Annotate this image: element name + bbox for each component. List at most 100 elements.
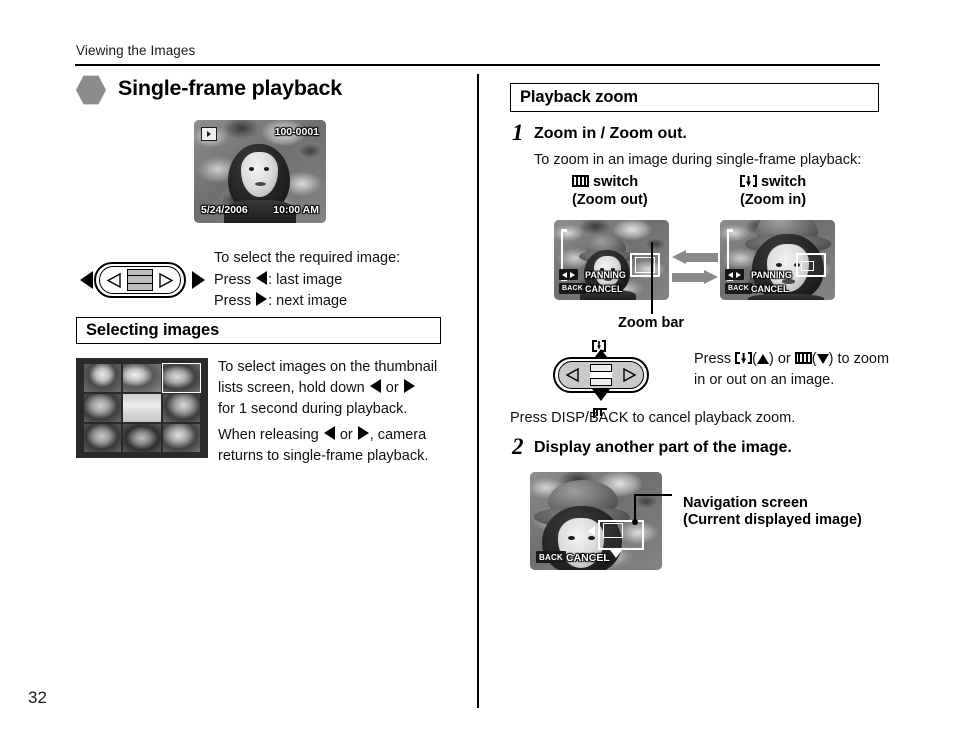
navigation-box-inner [603, 523, 623, 538]
thumbnail-instruction-line1: To select images on the thumbnail [218, 359, 438, 375]
arrow-down-icon [592, 389, 610, 401]
hold-down-text: lists screen, hold down [218, 380, 365, 396]
or-text: or [339, 427, 353, 443]
selecting-images-heading: Selecting images [76, 317, 441, 344]
selector-up-down-diagram [553, 340, 649, 418]
photo-time: 10:00 AM [273, 204, 319, 216]
selector-left-triangle-icon [566, 368, 579, 382]
zoom-bar-leader-line [651, 242, 653, 314]
select-image-intro: To select the required image: [214, 250, 401, 266]
arrow-left-gray-icon [672, 250, 718, 264]
pan-arrow-down-icon [610, 550, 622, 558]
step-1-title: Zoom in / Zoom out. [534, 125, 687, 142]
step-2-title: Display another part of the image. [534, 439, 792, 456]
callout-line-vertical [634, 494, 636, 522]
step-1-lead: To zoom in an image during single-frame … [534, 152, 862, 168]
release-instruction-line1: When releasing or , camera [218, 425, 426, 446]
osd-arrow-right-icon [570, 271, 575, 278]
selector-left-triangle-icon [107, 273, 121, 288]
press-left-instruction: Press : last image [214, 270, 342, 291]
zoom-bar-caption: Zoom bar [618, 315, 685, 331]
arrow-left-solid-icon [80, 271, 93, 289]
osd-back-badge: BACK [725, 283, 753, 294]
navigation-box [630, 253, 660, 277]
thumbnail-cell[interactable] [162, 394, 200, 422]
frame-number: 100-0001 [274, 126, 319, 138]
zoom-tele-icon [740, 175, 757, 187]
arrow-right-solid-icon [192, 271, 205, 289]
navigation-box [598, 520, 644, 550]
arrow-left-icon [323, 426, 335, 440]
or-text: or [385, 380, 399, 396]
to-zoom-word: to zoom [837, 351, 890, 367]
thumbnail-instruction-line3: for 1 second during playback. [218, 401, 408, 417]
lcd-zoom-in-screen: PANNING BACK CANCEL [720, 220, 835, 300]
zoom-in-switch-sub: (Zoom in) [740, 192, 807, 208]
selector-center-line-2 [127, 283, 153, 285]
arrow-down-icon [816, 354, 829, 364]
lcd-navigation-screen: BACK CANCEL [530, 472, 662, 570]
release-text: When releasing [218, 427, 319, 443]
thumbnail-cell[interactable] [84, 424, 122, 452]
press-right-prefix: Press [214, 293, 252, 309]
osd-arrow-left-icon [728, 271, 733, 278]
osd-back-badge: BACK [536, 551, 566, 563]
thumbnail-cell[interactable] [162, 424, 200, 452]
selector-center-button [127, 269, 153, 291]
callout-line-horizontal [634, 494, 672, 496]
thumbnail-cell[interactable] [123, 424, 161, 452]
panning-osd-bar [725, 269, 744, 280]
switch-word: switch [593, 174, 639, 190]
arrow-left-icon [256, 271, 268, 285]
arrow-left-icon [369, 379, 381, 393]
press-zoom-instruction-line2: in or out on an image. [694, 372, 835, 388]
press-left-prefix: Press [214, 272, 252, 288]
zoom-out-switch-sub: (Zoom out) [572, 192, 648, 208]
column-divider [477, 74, 479, 708]
zoom-wide-icon [572, 175, 589, 187]
camera-text: , camera [369, 427, 427, 443]
selector-center-line-1 [127, 275, 153, 277]
arrow-right-icon [357, 426, 369, 440]
osd-cancel-text: CANCEL [566, 552, 610, 564]
panning-osd-bar [559, 269, 578, 280]
press-right-suffix: : next image [268, 293, 348, 309]
running-head: Viewing the Images [76, 43, 196, 58]
thumbnail-instruction-line2: lists screen, hold down or [218, 378, 416, 399]
step-1-number: 1 [512, 120, 524, 145]
osd-arrow-right-icon [736, 271, 741, 278]
thumbnail-cell-selected[interactable] [161, 363, 201, 393]
press-zoom-instruction-line1: Press () or () to zoom [694, 351, 890, 367]
navigation-box-inner [801, 261, 814, 271]
lcd-thumbnail-grid [76, 358, 208, 458]
playback-mode-icon [201, 127, 217, 141]
osd-arrow-left-icon [562, 271, 567, 278]
step-2-number: 2 [512, 434, 524, 459]
switch-word: switch [761, 174, 807, 190]
navigation-box [796, 253, 826, 277]
selector-center-stripe [590, 371, 612, 379]
zoom-in-switch-label: switch [740, 173, 806, 192]
thumbnail-cell[interactable] [123, 394, 161, 422]
selector-right-triangle-icon [159, 273, 173, 288]
thumbnail-cell[interactable] [84, 364, 122, 392]
hexagon-bullet-icon [76, 75, 106, 105]
thumbnail-cell[interactable] [123, 364, 161, 392]
pan-arrow-left-icon [588, 526, 595, 536]
zoom-tele-icon [735, 352, 753, 364]
press-word: Press [694, 351, 732, 367]
osd-cancel-text: CANCEL [751, 284, 789, 294]
arrow-up-icon [756, 354, 769, 364]
osd-panning-text: PANNING [751, 270, 792, 280]
page-number: 32 [28, 688, 47, 707]
arrow-right-icon [403, 379, 415, 393]
release-instruction-line2: returns to single-frame playback. [218, 448, 429, 464]
zoom-wide-icon [794, 352, 812, 364]
selector-left-right-diagram [80, 262, 215, 298]
press-right-instruction: Press : next image [214, 291, 347, 312]
thumbnail-cell[interactable] [84, 394, 122, 422]
arrow-right-icon [256, 292, 268, 306]
photo-date: 5/24/2006 [201, 204, 248, 216]
zoom-out-switch-label: switch [572, 173, 638, 192]
press-left-suffix: : last image [268, 272, 343, 288]
